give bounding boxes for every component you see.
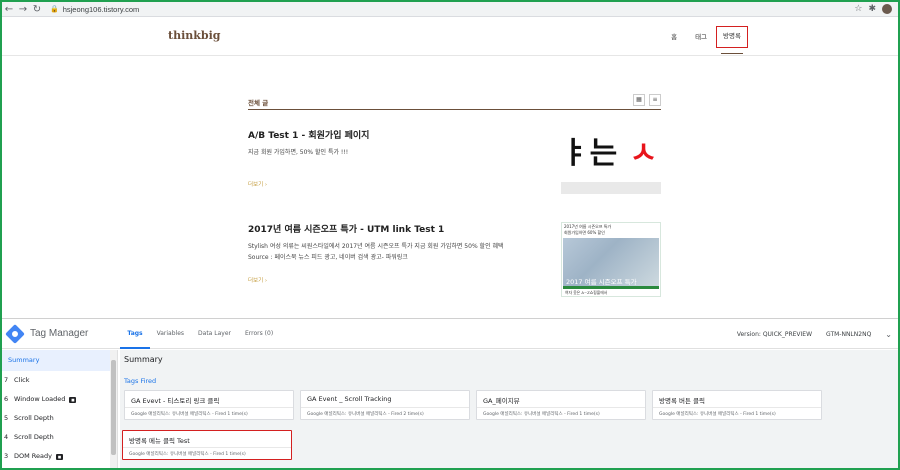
tab-tags[interactable]: Tags: [120, 319, 150, 349]
tag-detail: Google 애널리틱스: 유니버설 애널리틱스 - Fired 1 time(…: [125, 407, 293, 420]
sidebar-item-summary[interactable]: Summary: [2, 350, 117, 371]
sidebar-event-item[interactable]: 6 Window Loaded ■: [2, 390, 117, 409]
tag-card[interactable]: GA Evevt - 티스토리 링크 클릭 Google 애널리틱스: 유니버설…: [124, 390, 294, 420]
avatar[interactable]: [882, 4, 892, 14]
event-number: 7: [4, 376, 9, 384]
chevron-down-icon[interactable]: ⌄: [885, 330, 892, 339]
lock-icon: 🔒: [50, 5, 59, 13]
thumbnail-bar: [561, 182, 661, 194]
tab-data-layer[interactable]: Data Layer: [191, 319, 238, 349]
post-thumbnail[interactable]: ㅑ는 ㅅ: [561, 128, 661, 194]
event-badge-icon: ■: [69, 396, 77, 403]
nav-home[interactable]: 홈: [662, 18, 686, 56]
tag-manager-title: Tag Manager: [30, 328, 89, 339]
tag-detail: Google 애널리틱스: 유니버설 애널리틱스 - Fired 2 time(…: [301, 407, 469, 420]
event-sidebar: Summary 7 Click 6 Window Loaded ■ 5 Scro…: [2, 350, 118, 469]
tag-manager-tabs: Tags Variables Data Layer Errors (0): [120, 319, 280, 349]
tag-detail: Google 애널리틱스: 유니버설 애널리틱스 - Fired 1 time(…: [653, 407, 821, 420]
tag-card-highlighted[interactable]: 방명록 메뉴 클릭 Test Google 애널리틱스: 유니버설 애널리틱스 …: [122, 430, 292, 460]
tag-manager-panel: Tag Manager Tags Variables Data Layer Er…: [2, 318, 898, 469]
event-label: Scroll Depth: [14, 433, 54, 441]
tag-name: GA Evevt - 티스토리 링크 클릭: [131, 397, 220, 405]
post-list: 전체 글 ▦ ≡ A/B Test 1 - 회원가입 페이지 지금 회원 가입하…: [248, 92, 661, 297]
thumbnail-caption: 2017 여름 시즌오프 특가: [566, 278, 637, 286]
sidebar-event-item[interactable]: 4 Scroll Depth: [2, 428, 117, 447]
tab-errors[interactable]: Errors (0): [238, 319, 280, 349]
section-title: 전체 글: [248, 99, 269, 107]
post-list-header: 전체 글 ▦ ≡: [248, 92, 661, 110]
address-bar[interactable]: 🔒 hsjeong106.tistory.com: [50, 3, 139, 15]
event-number: 4: [4, 433, 9, 441]
event-label: Click: [14, 376, 30, 384]
list-view-icon[interactable]: ≡: [649, 94, 661, 106]
star-icon[interactable]: ☆: [854, 4, 862, 14]
read-more-link[interactable]: 더보기 ›: [248, 180, 267, 188]
url-text[interactable]: hsjeong106.tistory.com: [63, 5, 140, 14]
forward-arrow-icon[interactable]: →: [16, 3, 30, 16]
nav-tags[interactable]: 태그: [686, 18, 716, 56]
sidebar-event-item[interactable]: 7 Click: [2, 371, 117, 390]
post-item[interactable]: 2017년 여름 시즌오프 특가 - UTM link Test 1 Styli…: [248, 222, 661, 302]
thumbnail-stripe: [563, 286, 659, 289]
event-number: 6: [4, 395, 9, 403]
scrollbar-thumb[interactable]: [111, 360, 116, 455]
tag-manager-logo-icon: [5, 323, 25, 344]
event-label: Window Loaded: [14, 395, 66, 403]
event-list: 7 Click 6 Window Loaded ■ 5 Scroll Depth…: [2, 371, 117, 466]
blog-logo[interactable]: thinkbig: [168, 29, 220, 42]
thumbnail-subline: 회원가입하면 60% 할인: [564, 230, 605, 235]
sidebar-event-item[interactable]: 5 Scroll Depth: [2, 409, 117, 428]
grid-view-icon[interactable]: ▦: [633, 94, 645, 106]
blog-header: thinkbig 홈 태그 방명록: [2, 18, 898, 56]
tab-variables[interactable]: Variables: [150, 319, 191, 349]
tag-manager-header: Tag Manager Tags Variables Data Layer Er…: [2, 319, 898, 349]
tag-name: 방명록 버튼 클릭: [659, 397, 705, 405]
container-id: GTM-NNLN2NQ: [826, 330, 872, 338]
tag-detail: Google 애널리틱스: 유니버설 애널리틱스 - Fired 1 time(…: [123, 447, 291, 460]
post-item[interactable]: A/B Test 1 - 회원가입 페이지 지금 회원 가입하면, 50% 할인…: [248, 128, 661, 198]
tag-detail: Google 애널리틱스: 유니버설 애널리틱스 - Fired 1 time(…: [477, 407, 645, 420]
sidebar-scrollbar[interactable]: [110, 350, 117, 469]
tag-card[interactable]: GA_페이지뷰 Google 애널리틱스: 유니버설 애널리틱스 - Fired…: [476, 390, 646, 420]
event-label: DOM Ready: [14, 452, 52, 460]
thumbnail-footer: 여자 옷은 A~Z쇼핑몰에서: [565, 290, 608, 295]
summary-pane: Summary Tags Fired GA Evevt - 티스토리 링크 클릭…: [120, 350, 898, 469]
event-label: Scroll Depth: [14, 414, 54, 422]
nav-guestbook[interactable]: 방명록: [716, 26, 748, 54]
post-thumbnail[interactable]: 2017년 여름 시즌오프 특가 회원가입하면 60% 할인 2017 여름 시…: [561, 222, 661, 297]
back-arrow-icon[interactable]: ←: [2, 3, 16, 16]
event-badge-icon: ■: [55, 453, 63, 460]
tag-card[interactable]: 방명록 버튼 클릭 Google 애널리틱스: 유니버설 애널리틱스 - Fir…: [652, 390, 822, 420]
thumbnail-text-red: ㅅ: [629, 136, 659, 171]
event-number: 3: [4, 452, 9, 460]
event-number: 5: [4, 414, 9, 422]
tag-name: GA_페이지뷰: [483, 397, 520, 405]
extensions-icon[interactable]: ✱: [868, 4, 876, 14]
tag-name: 방명록 메뉴 클릭 Test: [129, 437, 190, 445]
sidebar-event-item[interactable]: 3 DOM Ready ■: [2, 447, 117, 466]
reload-icon[interactable]: ↻: [30, 3, 44, 16]
browser-toolbar: ← → ↻ 🔒 hsjeong106.tistory.com ☆ ✱: [2, 2, 898, 17]
summary-title: Summary: [124, 355, 163, 364]
tag-name: GA Event _ Scroll Tracking: [307, 395, 392, 403]
tags-fired-heading: Tags Fired: [124, 377, 157, 385]
version-label: Version: QUICK_PREVIEW: [736, 330, 813, 338]
read-more-link[interactable]: 더보기 ›: [248, 276, 267, 284]
blog-nav: 홈 태그 방명록: [662, 18, 748, 56]
thumbnail-text: ㅑ는: [561, 136, 630, 171]
tag-card[interactable]: GA Event _ Scroll Tracking Google 애널리틱스:…: [300, 390, 470, 420]
